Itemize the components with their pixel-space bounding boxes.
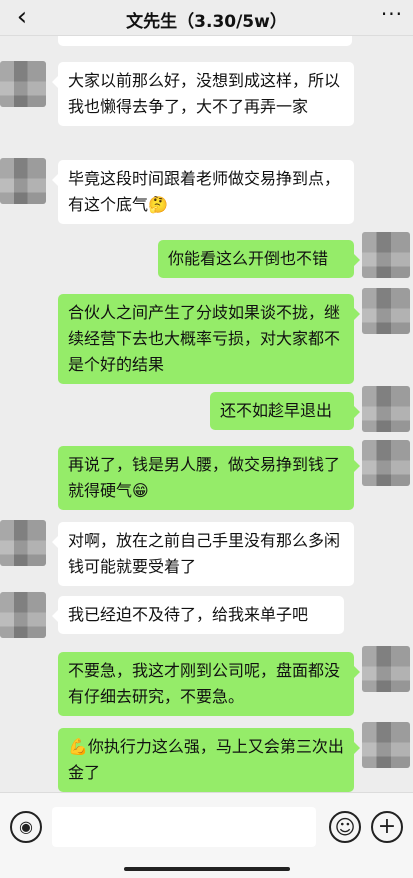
thinking-emoji: 🤔 <box>148 195 168 214</box>
emoji-icon[interactable]: ☺ <box>329 811 361 843</box>
contact-avatar[interactable] <box>0 520 46 566</box>
message-bubble[interactable]: 不要急，我这才刚到公司呢，盘面都没有仔细去研究，不要急。 <box>58 652 360 716</box>
message-text: 你执行力这么强，马上又会第三次出金了 <box>68 737 344 782</box>
more-options-button[interactable]: ··· <box>381 2 403 26</box>
message-list[interactable]: 大家以前那么好，没想到成这样，所以我也懒得去争了，大不了再弄一家 毕竟这段时间跟… <box>0 36 413 792</box>
message-bubble[interactable]: 你能看这么开倒也不错 <box>158 240 360 278</box>
message-bubble[interactable]: 再说了，钱是男人腰，做交易挣到钱了就得硬气😁 <box>58 446 360 510</box>
message-text: 合伙人之间产生了分歧如果谈不拢，继续经营下去也大概率亏损，对大家都不是个好的结果 <box>68 303 341 374</box>
grinning-emoji: 😁 <box>132 481 149 500</box>
my-avatar[interactable] <box>362 232 410 278</box>
message-bubble[interactable]: 💪你执行力这么强，马上又会第三次出金了 <box>58 728 360 792</box>
plus-icon[interactable]: + <box>371 811 403 843</box>
message-bubble[interactable]: 大家以前那么好，没想到成这样，所以我也懒得去争了，大不了再弄一家 <box>52 62 354 126</box>
chat-header: ‹ 文先生（3.30/5w） ··· <box>0 0 413 36</box>
chat-title: 文先生（3.30/5w） <box>126 12 287 32</box>
message-text: 我已经迫不及待了，给我来单子吧 <box>68 605 309 624</box>
home-indicator <box>124 867 290 871</box>
my-avatar[interactable] <box>362 646 410 692</box>
my-avatar[interactable] <box>362 288 410 334</box>
contact-avatar[interactable] <box>0 592 46 638</box>
input-bar: ◉ ☺ + <box>0 792 413 878</box>
my-avatar[interactable] <box>362 440 410 486</box>
voice-icon[interactable]: ◉ <box>10 811 42 843</box>
message-bubble[interactable]: 毕竟这段时间跟着老师做交易挣到点，有这个底气🤔 <box>52 160 354 224</box>
contact-avatar[interactable] <box>0 158 46 204</box>
message-input[interactable] <box>52 807 316 847</box>
message-text: 还不如趁早退出 <box>220 401 333 420</box>
message-bubble[interactable]: 合伙人之间产生了分歧如果谈不拢，继续经营下去也大概率亏损，对大家都不是个好的结果 <box>58 294 360 384</box>
message-text: 你能看这么开倒也不错 <box>168 249 329 268</box>
message-bubble[interactable]: 还不如趁早退出 <box>210 392 360 430</box>
message-text: 大家以前那么好，没想到成这样，所以我也懒得去争了，大不了再弄一家 <box>68 71 341 116</box>
message-text: 对啊，放在之前自己手里没有那么多闲钱可能就要受着了 <box>68 531 341 576</box>
my-avatar[interactable] <box>362 386 410 432</box>
message-text: 毕竟这段时间跟着老师做交易挣到点，有这个底气 <box>68 169 341 214</box>
message-text: 再说了，钱是男人腰，做交易挣到钱了就得硬气 <box>68 455 341 500</box>
message-bubble[interactable]: 我已经迫不及待了，给我来单子吧 <box>52 596 344 634</box>
message-text: 不要急，我这才刚到公司呢，盘面都没有仔细去研究，不要急。 <box>68 661 341 706</box>
previous-message-fragment <box>58 36 352 46</box>
my-avatar[interactable] <box>362 722 410 768</box>
message-bubble[interactable]: 对啊，放在之前自己手里没有那么多闲钱可能就要受着了 <box>52 522 354 586</box>
flexed-arm-emoji: 💪 <box>68 737 88 756</box>
contact-avatar[interactable] <box>0 61 46 107</box>
